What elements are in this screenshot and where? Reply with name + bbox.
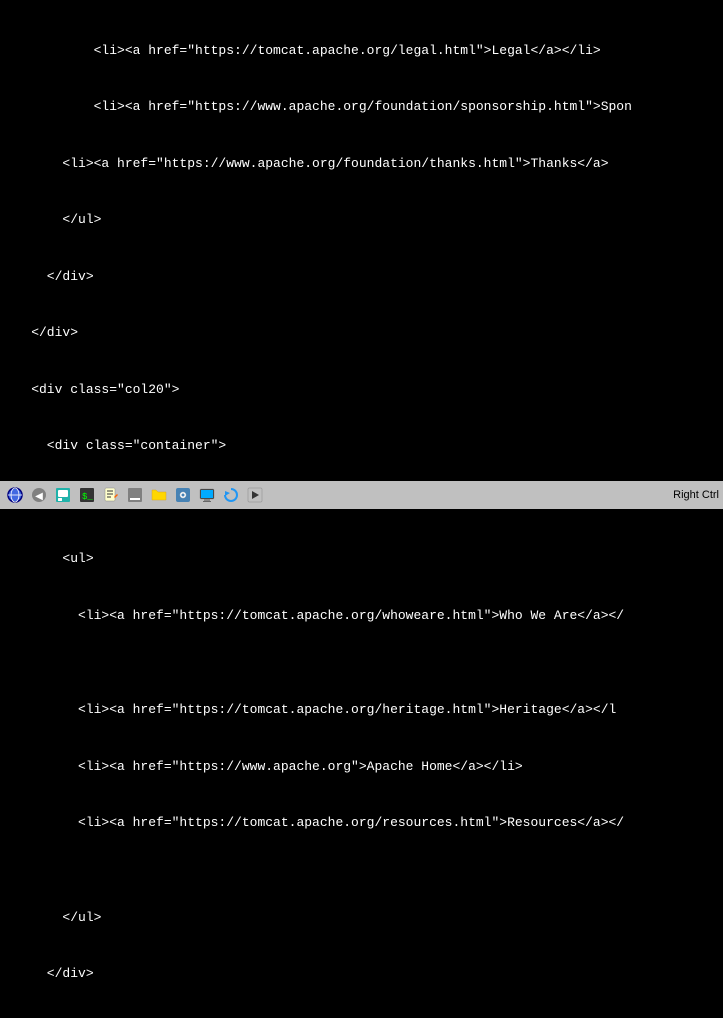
svg-text:$_: $_ [82, 492, 93, 502]
terminal-line: </ul> [0, 909, 723, 928]
refresh-icon[interactable] [220, 484, 242, 506]
terminal-line: </ul> [0, 211, 723, 230]
terminal-line: </div> [0, 965, 723, 984]
network-icon[interactable] [4, 484, 26, 506]
settings-icon[interactable] [172, 484, 194, 506]
taskbar-right-area: Right Ctrl [669, 489, 719, 501]
terminal-line: <li><a href="https://tomcat.apache.org/w… [0, 607, 723, 626]
terminal-line: </div> [0, 324, 723, 343]
folder-icon[interactable] [148, 484, 170, 506]
edit-icon[interactable] [100, 484, 122, 506]
terminal-line: </div> [0, 268, 723, 287]
terminal-icon[interactable]: $_ [76, 484, 98, 506]
arrow-right-icon[interactable] [244, 484, 266, 506]
terminal-line: <div class="container"> [0, 437, 723, 456]
terminal-line: <li><a href="https://tomcat.apache.org/r… [0, 814, 723, 833]
terminal-line: <li><a href="https://www.apache.org/foun… [0, 98, 723, 117]
right-ctrl-label: Right Ctrl [673, 489, 719, 501]
terminal-line: <div class="col20"> [0, 381, 723, 400]
monitor-icon[interactable] [196, 484, 218, 506]
taskbar: ◀ $_ [0, 481, 723, 509]
svg-text:◀: ◀ [35, 492, 43, 503]
terminal-output: <li><a href="https://tomcat.apache.org/l… [0, 0, 723, 1018]
terminal-line: <li><a href="https://tomcat.apache.org/l… [0, 42, 723, 61]
terminal-line: <ul> [0, 550, 723, 569]
terminal-line: <li><a href="https://www.apache.org">Apa… [0, 758, 723, 777]
terminal-line: <li><a href="https://tomcat.apache.org/h… [0, 701, 723, 720]
terminal-line: <li><a href="https://www.apache.org/foun… [0, 155, 723, 174]
back-icon[interactable]: ◀ [28, 484, 50, 506]
minimize-all-icon[interactable] [124, 484, 146, 506]
window-manager-icon[interactable] [52, 484, 74, 506]
